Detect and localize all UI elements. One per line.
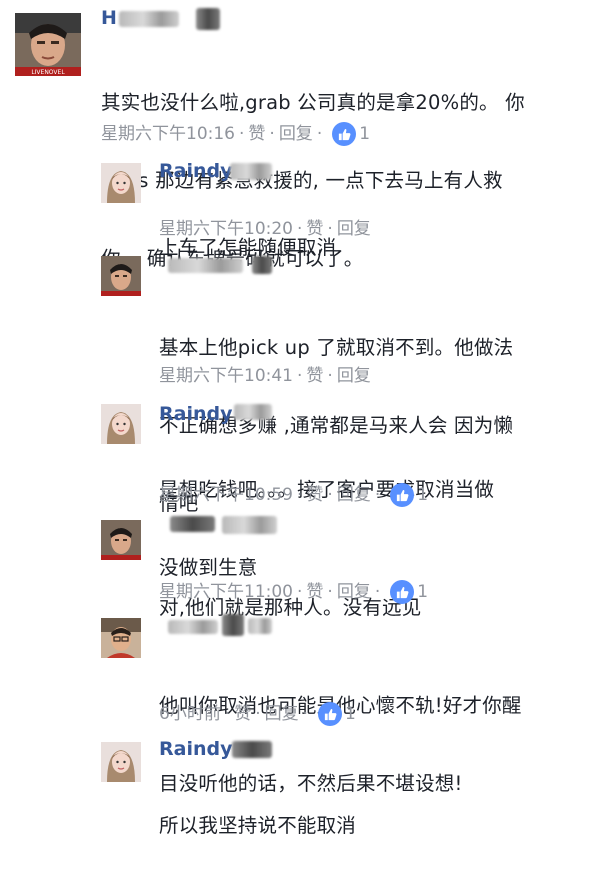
redacted-name xyxy=(170,516,215,532)
separator: · xyxy=(297,582,303,602)
comment-author[interactable]: Raindy xyxy=(159,403,232,425)
comment-meta: 星期六下午10:41 · 赞 · 回复 xyxy=(159,366,371,386)
comment-author[interactable]: Raindy xyxy=(159,738,232,760)
comment-author[interactable]: H xyxy=(101,7,117,29)
comment-author[interactable]: Raindy xyxy=(159,160,232,182)
redacted-name xyxy=(252,256,272,274)
redacted-name xyxy=(234,404,272,420)
comment-meta: 星期六下午10:16 · 赞 · 回复 · 1 xyxy=(101,122,370,146)
like-count[interactable]: 1 xyxy=(345,704,356,724)
separator: · xyxy=(255,704,261,724)
avatar[interactable]: LIVENOVEL xyxy=(15,13,81,76)
reply-button[interactable]: 回复 xyxy=(265,704,299,724)
separator: · xyxy=(239,124,245,144)
avatar[interactable] xyxy=(101,163,141,203)
separator: · xyxy=(269,124,275,144)
separator: · xyxy=(327,582,333,602)
separator: · xyxy=(302,704,309,724)
comment-timestamp[interactable]: 星期六下午10:16 xyxy=(101,124,235,144)
thumbs-up-icon[interactable] xyxy=(390,580,415,604)
separator: · xyxy=(374,582,381,602)
separator: · xyxy=(327,366,333,386)
avatar-badge-text: LIVENOVEL xyxy=(31,69,65,76)
separator: · xyxy=(374,485,381,505)
reply-button[interactable]: 回复 xyxy=(337,485,371,505)
comment-line: 其实也没什么啦,grab 公司真的是拿20%的。 你 xyxy=(101,91,525,114)
separator: · xyxy=(297,219,303,239)
separator: · xyxy=(297,485,303,505)
separator: · xyxy=(316,124,323,144)
avatar[interactable] xyxy=(101,742,141,782)
thumbs-up-icon[interactable] xyxy=(390,483,415,507)
redacted-name xyxy=(196,8,220,30)
like-button[interactable]: 赞 xyxy=(248,124,265,144)
comment-meta: 6小时前 · 赞 · 回复 · 1 xyxy=(159,702,356,726)
avatar[interactable] xyxy=(101,520,141,560)
thumbs-up-icon[interactable] xyxy=(318,702,343,726)
reply-button[interactable]: 回复 xyxy=(337,219,371,239)
reply-button[interactable]: 回复 xyxy=(337,366,371,386)
comment-timestamp[interactable]: 星期六下午10:41 xyxy=(159,366,293,386)
redacted-name xyxy=(119,11,179,27)
comment-line: 基本上他pick up 了就取消不到。他做法 xyxy=(159,336,514,359)
redacted-name xyxy=(222,614,244,636)
separator: · xyxy=(327,219,333,239)
separator: · xyxy=(224,704,231,724)
like-button[interactable]: 赞 xyxy=(234,704,251,724)
like-count[interactable]: 1 xyxy=(417,485,428,505)
comment-timestamp[interactable]: 星期六下午11:00 xyxy=(159,582,293,602)
redacted-name xyxy=(222,516,277,534)
like-button[interactable]: 赞 xyxy=(306,366,323,386)
like-count[interactable]: 1 xyxy=(359,124,370,144)
reply-button[interactable]: 回复 xyxy=(279,124,313,144)
redacted-name xyxy=(168,620,218,634)
avatar[interactable] xyxy=(101,256,141,296)
comment-timestamp[interactable]: 星期六下午10:20 xyxy=(159,219,293,239)
redacted-name xyxy=(232,741,272,758)
avatar[interactable] xyxy=(101,618,141,658)
like-button[interactable]: 赞 xyxy=(306,219,323,239)
comment-meta: 星期六下午10:20 · 赞 · 回复 xyxy=(159,219,371,239)
comment-meta: 星期六下午11:00 · 赞 · 回复 · 1 xyxy=(159,580,428,604)
thumbs-up-icon[interactable] xyxy=(332,122,357,146)
avatar[interactable] xyxy=(101,404,141,444)
comment-timestamp[interactable]: 6小时前 xyxy=(159,704,221,724)
comment-timestamp[interactable]: 星期六下午10:59 xyxy=(159,485,293,505)
comment-thread: LIVENOVEL H 其实也没什么啦,grab 公司真的是拿20%的。 你 a… xyxy=(0,0,591,837)
redacted-name xyxy=(230,163,272,180)
reply-button[interactable]: 回复 xyxy=(337,582,371,602)
like-button[interactable]: 赞 xyxy=(306,582,323,602)
like-count[interactable]: 1 xyxy=(417,582,428,602)
separator: · xyxy=(297,366,303,386)
separator: · xyxy=(327,485,333,505)
redacted-name xyxy=(168,258,243,273)
like-button[interactable]: 赞 xyxy=(306,485,323,505)
comment-text: 所以我坚持说不能取消 xyxy=(159,761,356,891)
redacted-name xyxy=(248,618,272,634)
comment-line: 所以我坚持说不能取消 xyxy=(159,814,357,837)
comment-meta: 星期六下午10:59 · 赞 · 回复 · 1 xyxy=(159,483,428,507)
